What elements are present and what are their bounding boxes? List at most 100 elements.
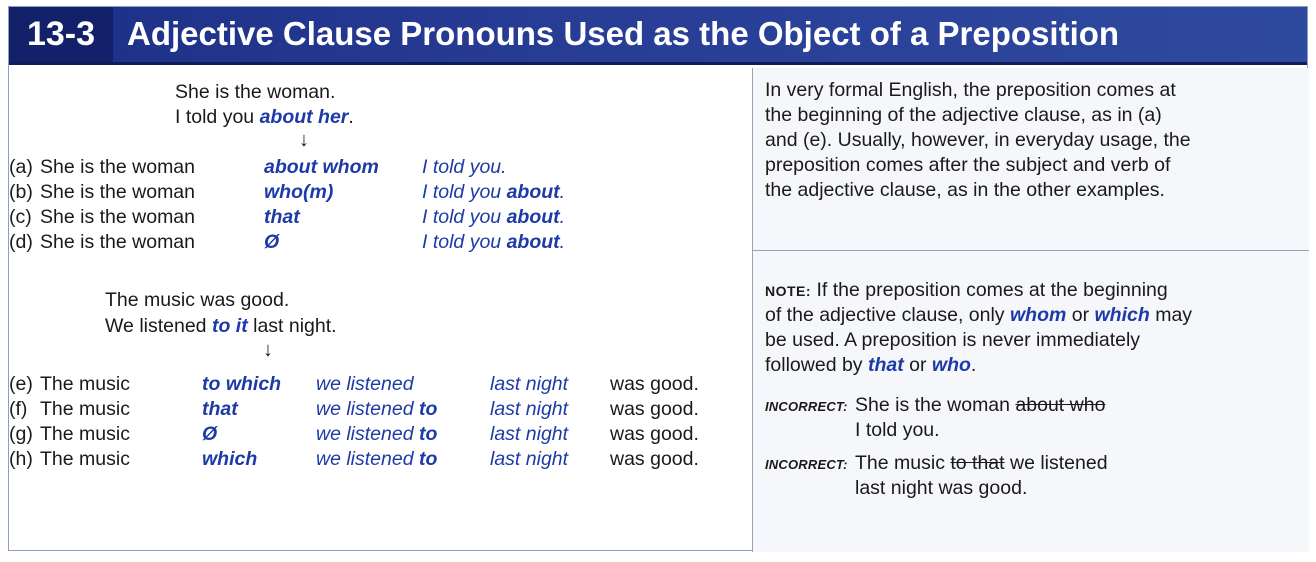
- note-text: If the preposition comes at the beginnin…: [816, 279, 1168, 301]
- explanation-pane: In very formal English, the preposition …: [753, 68, 1309, 552]
- explanation-line: preposition comes after the subject and …: [765, 154, 1171, 176]
- incorrect-label-text: INCORRECT:: [765, 399, 848, 414]
- note-emphasis: which: [1094, 304, 1150, 326]
- row-clause: we listened to: [316, 447, 437, 471]
- row-main: The music: [40, 373, 130, 395]
- clause-text: I told you: [422, 156, 502, 178]
- row-time: last night: [490, 373, 569, 395]
- clause-preposition: to: [418, 423, 438, 445]
- row-clause: I told you about.: [422, 205, 565, 229]
- row-label: (d): [9, 231, 33, 253]
- row-label: (c): [9, 206, 32, 228]
- clause-text: we listened: [316, 423, 419, 445]
- struck-text: to that: [950, 452, 1005, 474]
- row-label: (a): [9, 156, 33, 178]
- row-end: was good.: [610, 398, 699, 420]
- incorrect-text: we listened: [1004, 452, 1108, 474]
- setup1-line2: I told you about her.: [175, 105, 354, 129]
- row-time: last night: [490, 448, 569, 470]
- row-main: She is the woman: [40, 231, 196, 253]
- incorrect-text: She is the woman: [855, 394, 1016, 416]
- note-emphasis: that: [867, 354, 904, 376]
- row-clause: we listened to: [316, 422, 437, 446]
- row-main: The music: [40, 423, 130, 445]
- row-pronoun: which: [202, 448, 258, 470]
- incorrect-label: INCORRECT:: [765, 393, 848, 419]
- row-end: was good.: [610, 373, 699, 395]
- row-label: (b): [9, 181, 33, 203]
- row-time: last night: [490, 423, 569, 445]
- section-divider: [753, 250, 1309, 251]
- row-main: She is the woman: [40, 156, 196, 178]
- row-pronoun: that: [264, 206, 300, 228]
- incorrect-line-2: I told you.: [855, 419, 940, 441]
- clause-preposition: about: [506, 206, 560, 228]
- row-label: (e): [9, 373, 33, 395]
- row-pronoun: about whom: [264, 156, 379, 178]
- clause-end: .: [559, 206, 566, 228]
- row-clause: I told you about.: [422, 230, 565, 254]
- note-emphasis: whom: [1009, 304, 1067, 326]
- row-main: She is the woman: [40, 206, 196, 228]
- examples-pane: She is the woman. I told you about her. …: [9, 68, 752, 552]
- chart-number: 13-3: [9, 7, 113, 62]
- down-arrow-icon: ↓: [263, 339, 273, 361]
- note-label: NOTE:: [765, 283, 812, 299]
- note-emphasis: who: [931, 354, 971, 376]
- row-pronoun: Ø: [264, 231, 280, 253]
- row-clause: we listened to: [316, 397, 437, 421]
- clause-text: I told you: [422, 181, 507, 203]
- incorrect-line-1: The music to that we listened: [855, 451, 1108, 476]
- row-clause: I told you about.: [422, 180, 565, 204]
- clause-text: I told you: [422, 231, 507, 253]
- incorrect-label: INCORRECT:: [765, 451, 848, 477]
- clause-preposition: about: [506, 231, 560, 253]
- chart-title: Adjective Clause Pronouns Used as the Ob…: [127, 15, 1120, 52]
- note-text: followed by: [765, 354, 868, 376]
- clause-text: I told you: [422, 206, 507, 228]
- row-pronoun: who(m): [264, 181, 334, 203]
- setup2-line1: The music was good.: [105, 289, 290, 311]
- down-arrow-icon: ↓: [299, 129, 309, 151]
- row-label: (h): [9, 448, 33, 470]
- note-text: may: [1149, 304, 1193, 326]
- grammar-chart: 13-3 Adjective Clause Pronouns Used as t…: [8, 6, 1309, 552]
- row-end: was good.: [610, 448, 699, 470]
- row-clause: I told you.: [422, 155, 507, 179]
- note-text: or: [903, 354, 932, 376]
- note-text: .: [970, 354, 977, 376]
- clause-text: we listened: [316, 448, 419, 470]
- struck-text: about who: [1015, 394, 1106, 416]
- clause-end: .: [501, 156, 507, 178]
- note-line-4: followed by that or who.: [765, 353, 976, 378]
- clause-preposition: to: [418, 448, 438, 470]
- note-text: of the adjective clause, only: [765, 304, 1010, 326]
- setup1-line2-text: I told you: [175, 106, 260, 128]
- row-end: was good.: [610, 423, 699, 445]
- chart-title-bar: 13-3 Adjective Clause Pronouns Used as t…: [9, 7, 1307, 65]
- row-main: The music: [40, 448, 130, 470]
- explanation-line: In very formal English, the preposition …: [765, 79, 1176, 101]
- row-pronoun: Ø: [202, 423, 218, 445]
- note-line-3: be used. A preposition is never immediat…: [765, 329, 1141, 351]
- clause-text: we listened: [316, 373, 414, 395]
- row-clause: we listened: [316, 372, 414, 396]
- setup1-line2-end: .: [348, 106, 354, 128]
- setup2-line2-end: last night.: [247, 315, 337, 337]
- clause-text: we listened: [316, 398, 419, 420]
- incorrect-text: The music: [855, 452, 951, 474]
- clause-preposition: about: [506, 181, 560, 203]
- clause-end: .: [559, 181, 566, 203]
- explanation-line: and (e). Usually, however, in everyday u…: [765, 129, 1191, 151]
- note-text: or: [1066, 304, 1095, 326]
- setup2-line2-text: We listened: [105, 315, 212, 337]
- setup1-line1: She is the woman.: [175, 81, 336, 103]
- setup2-emphasis: to it: [211, 315, 248, 337]
- incorrect-line-1: She is the woman about who: [855, 393, 1105, 418]
- row-label: (g): [9, 423, 33, 445]
- note-line-1: NOTE: If the preposition comes at the be…: [765, 278, 1168, 304]
- clause-preposition: to: [418, 398, 438, 420]
- row-pronoun: that: [202, 398, 238, 420]
- setup1-emphasis: about her: [259, 106, 349, 128]
- row-main: The music: [40, 398, 130, 420]
